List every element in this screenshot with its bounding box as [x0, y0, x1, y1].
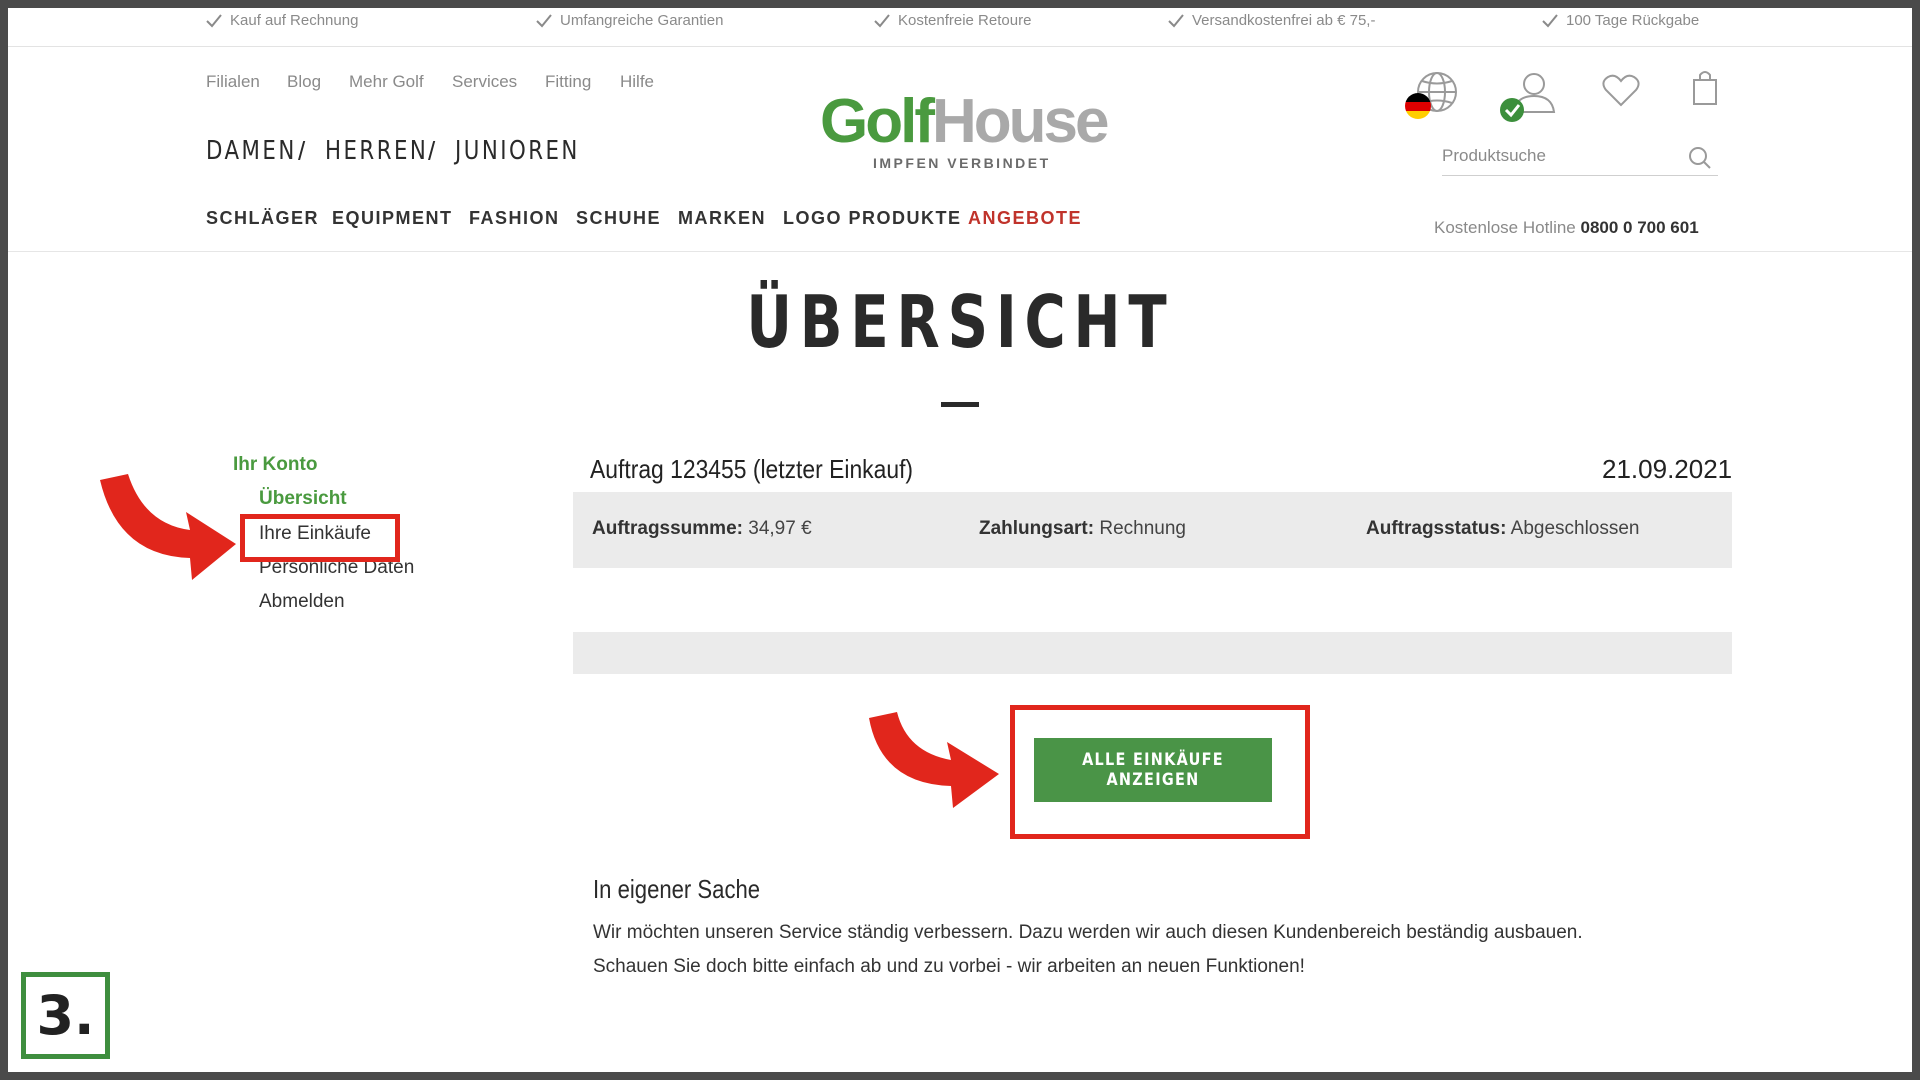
annotation-highlight-box — [240, 514, 400, 562]
logo-wordmark: GolfHouse — [820, 87, 1109, 156]
screenshot-frame: Kauf auf Rechnung Umfangreiche Garantien… — [8, 8, 1912, 1072]
page-title: ÜBERSICHT — [745, 280, 1175, 364]
title-underline — [941, 402, 979, 407]
own-matter-title: In eigener Sache — [593, 874, 761, 904]
check-icon — [874, 13, 890, 27]
order-payment: Zahlungsart: Rechnung — [979, 518, 1186, 539]
check-icon — [1542, 13, 1558, 27]
usp-item: 100 Tage Rückgabe — [1542, 12, 1699, 29]
nav-junioren[interactable]: JUNIOREN — [455, 136, 580, 166]
logo-tagline: IMPFEN VERBINDET — [873, 155, 1051, 171]
nav-logo-produkte[interactable]: LOGO PRODUKTE — [783, 208, 962, 229]
gender-separator: / — [298, 136, 306, 166]
check-icon — [1168, 13, 1184, 27]
order-sum: Auftragssumme: 34,97 € — [592, 518, 812, 539]
nav-fitting[interactable]: Fitting — [545, 72, 591, 92]
annotation-arrow-icon — [869, 712, 999, 808]
language-selector[interactable] — [1404, 68, 1460, 122]
nav-schuhe[interactable]: SCHUHE — [576, 208, 661, 229]
search-button[interactable] — [1688, 146, 1712, 170]
step-number-badge: 3. — [21, 972, 110, 1059]
nav-schlaeger[interactable]: SCHLÄGER — [206, 208, 319, 229]
wishlist-button[interactable] — [1602, 74, 1640, 108]
golfhouse-logo[interactable]: GolfHouse IMPFEN VERBINDET — [820, 86, 1110, 176]
usp-item: Kauf auf Rechnung — [206, 12, 358, 29]
check-icon — [536, 13, 552, 27]
nav-mehr-golf[interactable]: Mehr Golf — [349, 72, 424, 92]
search-icon — [1689, 147, 1711, 169]
usp-bar: Kauf auf Rechnung Umfangreiche Garantien… — [8, 8, 1912, 47]
hotline: Kostenlose Hotline 0800 0 700 601 — [1434, 218, 1699, 238]
order-title: Auftrag 123455 (letzter Einkauf) — [590, 454, 914, 484]
usp-item: Umfangreiche Garantien — [536, 12, 723, 29]
nav-filialen[interactable]: Filialen — [206, 72, 260, 92]
german-flag-icon — [1405, 93, 1431, 119]
search-field — [1442, 136, 1718, 176]
usp-item: Versandkostenfrei ab € 75,- — [1168, 12, 1375, 29]
order-date: 21.09.2021 — [1602, 454, 1733, 484]
user-icon — [1500, 73, 1556, 122]
nav-marken[interactable]: MARKEN — [678, 208, 766, 229]
account-button[interactable] — [1498, 68, 1562, 124]
nav-services[interactable]: Services — [452, 72, 517, 92]
search-input[interactable] — [1442, 142, 1682, 170]
check-icon — [206, 13, 222, 27]
gender-separator: / — [428, 136, 436, 166]
own-matter-text: Schauen Sie doch bitte einfach ab und zu… — [593, 956, 1305, 977]
order-status: Auftragsstatus: Abgeschlossen — [1366, 518, 1640, 539]
hotline-label: Kostenlose Hotline — [1434, 218, 1576, 237]
nav-hilfe[interactable]: Hilfe — [620, 72, 654, 92]
sidebar-item-abmelden[interactable]: Abmelden — [259, 591, 345, 613]
show-all-purchases-button[interactable]: ALLE EINKÄUFE ANZEIGEN — [1034, 738, 1272, 802]
nav-herren[interactable]: HERREN — [325, 136, 428, 166]
globe-icon — [1405, 72, 1457, 119]
heart-icon — [1602, 74, 1640, 107]
annotation-arrow-icon — [100, 474, 236, 580]
sidebar-heading: Ihr Konto — [233, 454, 318, 475]
shopping-bag-icon — [1693, 71, 1717, 105]
nav-damen[interactable]: DAMEN — [206, 136, 297, 166]
nav-blog[interactable]: Blog — [287, 72, 321, 92]
cart-button[interactable] — [1691, 70, 1719, 106]
nav-angebote[interactable]: ANGEBOTE — [968, 208, 1082, 229]
nav-equipment[interactable]: EQUIPMENT — [332, 208, 453, 229]
sidebar-item-uebersicht[interactable]: Übersicht — [259, 488, 347, 510]
own-matter-text: Wir möchten unseren Service ständig verb… — [593, 922, 1583, 943]
usp-item: Kostenfreie Retoure — [874, 12, 1031, 29]
header-divider — [8, 251, 1912, 252]
hotline-number[interactable]: 0800 0 700 601 — [1581, 218, 1699, 237]
logged-in-check-icon — [1500, 98, 1524, 122]
nav-fashion[interactable]: FASHION — [469, 208, 560, 229]
order-items-bar — [573, 632, 1732, 674]
order-summary: Auftragssumme: 34,97 € Zahlungsart: Rech… — [573, 492, 1732, 568]
